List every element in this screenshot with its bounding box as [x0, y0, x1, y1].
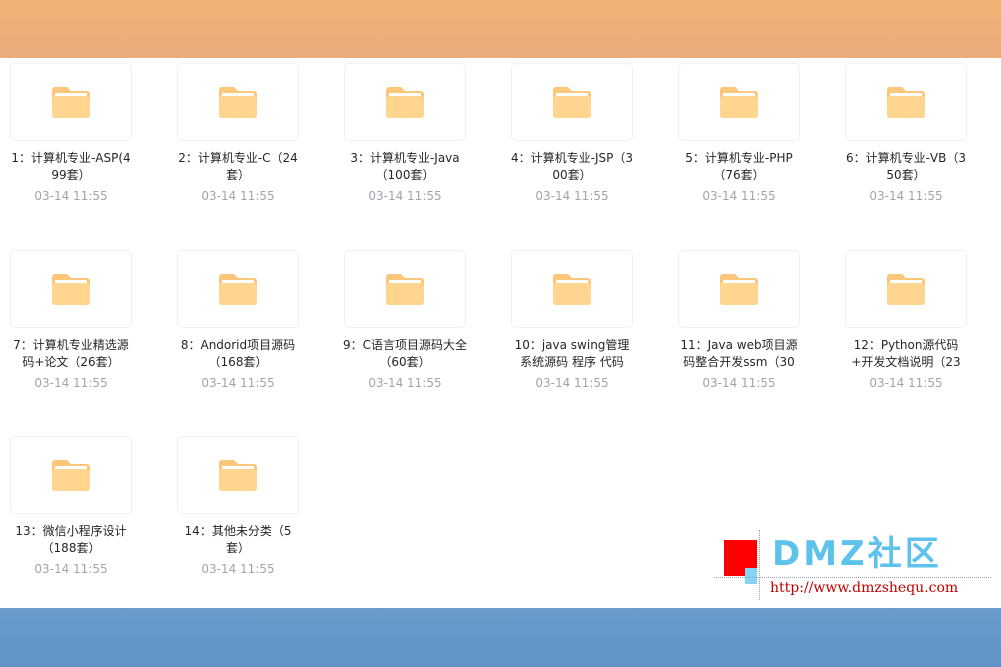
- watermark-divider: [714, 577, 991, 578]
- folder-icon: [720, 87, 758, 118]
- folder-icon: [52, 460, 90, 491]
- folder-date: 03-14 11:55: [34, 189, 108, 203]
- folder-item[interactable]: 6：计算机专业-VB（350套） 03-14 11:55: [826, 63, 986, 223]
- folder-icon: [386, 274, 424, 305]
- folder-thumbnail[interactable]: [511, 250, 633, 328]
- folder-name[interactable]: 9：C语言项目源码大全（60套）: [343, 337, 467, 371]
- folder-item[interactable]: 8：Andorid项目源码（168套） 03-14 11:55: [158, 250, 318, 410]
- folder-date: 03-14 11:55: [201, 562, 275, 576]
- folder-thumbnail[interactable]: [344, 63, 466, 141]
- folder-thumbnail[interactable]: [845, 250, 967, 328]
- folder-icon: [720, 274, 758, 305]
- folder-item[interactable]: 9：C语言项目源码大全（60套） 03-14 11:55: [325, 250, 485, 410]
- folder-item[interactable]: 1：计算机专业-ASP(499套） 03-14 11:55: [0, 63, 151, 223]
- bottom-banner: [0, 608, 1001, 667]
- folder-name[interactable]: 5：计算机专业-PHP（76套）: [677, 150, 801, 184]
- folder-icon: [219, 460, 257, 491]
- folder-date: 03-14 11:55: [34, 562, 108, 576]
- folder-item[interactable]: 7：计算机专业精选源码+论文（26套） 03-14 11:55: [0, 250, 151, 410]
- folder-date: 03-14 11:55: [368, 376, 442, 390]
- folder-thumbnail[interactable]: [511, 63, 633, 141]
- folder-date: 03-14 11:55: [702, 189, 776, 203]
- folder-thumbnail[interactable]: [177, 250, 299, 328]
- folder-name[interactable]: 11：Java web项目源码整合开发ssm（30套）: [677, 337, 801, 371]
- folder-item[interactable]: 12：Python源代码+开发文档说明（23套） 03-14 11:55: [826, 250, 986, 410]
- watermark-vertical-divider: [759, 530, 760, 600]
- folder-icon: [52, 274, 90, 305]
- folder-item[interactable]: 4：计算机专业-JSP（300套） 03-14 11:55: [492, 63, 652, 223]
- folder-date: 03-14 11:55: [201, 189, 275, 203]
- folder-icon: [386, 87, 424, 118]
- folder-icon: [219, 274, 257, 305]
- folder-thumbnail[interactable]: [177, 436, 299, 514]
- folder-item[interactable]: 3：计算机专业-Java（100套） 03-14 11:55: [325, 63, 485, 223]
- folder-item[interactable]: 2：计算机专业-C（24套） 03-14 11:55: [158, 63, 318, 223]
- folder-date: 03-14 11:55: [34, 376, 108, 390]
- folder-thumbnail[interactable]: [845, 63, 967, 141]
- folder-item[interactable]: 14：其他未分类（5套） 03-14 11:55: [158, 436, 318, 596]
- dmz-watermark: DMZ社区 http://www.dmzshequ.com: [714, 530, 991, 600]
- folder-name[interactable]: 1：计算机专业-ASP(499套）: [9, 150, 133, 184]
- folder-item[interactable]: 13：微信小程序设计（188套） 03-14 11:55: [0, 436, 151, 596]
- folder-icon: [887, 274, 925, 305]
- folder-thumbnail[interactable]: [678, 250, 800, 328]
- folder-name[interactable]: 10：java swing管理系统源码 程序 代码 图…: [510, 337, 634, 371]
- folder-icon: [553, 87, 591, 118]
- file-grid: 1：计算机专业-ASP(499套） 03-14 11:55 2：计算机专业-C（…: [0, 63, 1001, 603]
- folder-thumbnail[interactable]: [10, 250, 132, 328]
- folder-icon: [553, 274, 591, 305]
- folder-name[interactable]: 2：计算机专业-C（24套）: [176, 150, 300, 184]
- folder-icon: [219, 87, 257, 118]
- folder-date: 03-14 11:55: [201, 376, 275, 390]
- folder-date: 03-14 11:55: [535, 376, 609, 390]
- top-banner: [0, 0, 1001, 58]
- folder-thumbnail[interactable]: [678, 63, 800, 141]
- folder-item[interactable]: 5：计算机专业-PHP（76套） 03-14 11:55: [659, 63, 819, 223]
- folder-name[interactable]: 8：Andorid项目源码（168套）: [176, 337, 300, 371]
- logo-blue-square: [745, 568, 757, 584]
- folder-date: 03-14 11:55: [535, 189, 609, 203]
- folder-name[interactable]: 12：Python源代码+开发文档说明（23套）: [844, 337, 968, 371]
- folder-icon: [52, 87, 90, 118]
- folder-thumbnail[interactable]: [10, 436, 132, 514]
- folder-name[interactable]: 6：计算机专业-VB（350套）: [844, 150, 968, 184]
- folder-name[interactable]: 4：计算机专业-JSP（300套）: [510, 150, 634, 184]
- folder-name[interactable]: 3：计算机专业-Java（100套）: [343, 150, 467, 184]
- watermark-url: http://www.dmzshequ.com: [770, 580, 959, 596]
- folder-name[interactable]: 14：其他未分类（5套）: [176, 523, 300, 557]
- folder-icon: [887, 87, 925, 118]
- folder-thumbnail[interactable]: [10, 63, 132, 141]
- folder-item[interactable]: 10：java swing管理系统源码 程序 代码 图… 03-14 11:55: [492, 250, 652, 410]
- watermark-logo-text: DMZ社区: [772, 534, 942, 574]
- folder-date: 03-14 11:55: [368, 189, 442, 203]
- folder-name[interactable]: 7：计算机专业精选源码+论文（26套）: [9, 337, 133, 371]
- folder-date: 03-14 11:55: [869, 376, 943, 390]
- folder-item[interactable]: 11：Java web项目源码整合开发ssm（30套） 03-14 11:55: [659, 250, 819, 410]
- folder-thumbnail[interactable]: [344, 250, 466, 328]
- folder-date: 03-14 11:55: [702, 376, 776, 390]
- folder-date: 03-14 11:55: [869, 189, 943, 203]
- folder-thumbnail[interactable]: [177, 63, 299, 141]
- folder-name[interactable]: 13：微信小程序设计（188套）: [9, 523, 133, 557]
